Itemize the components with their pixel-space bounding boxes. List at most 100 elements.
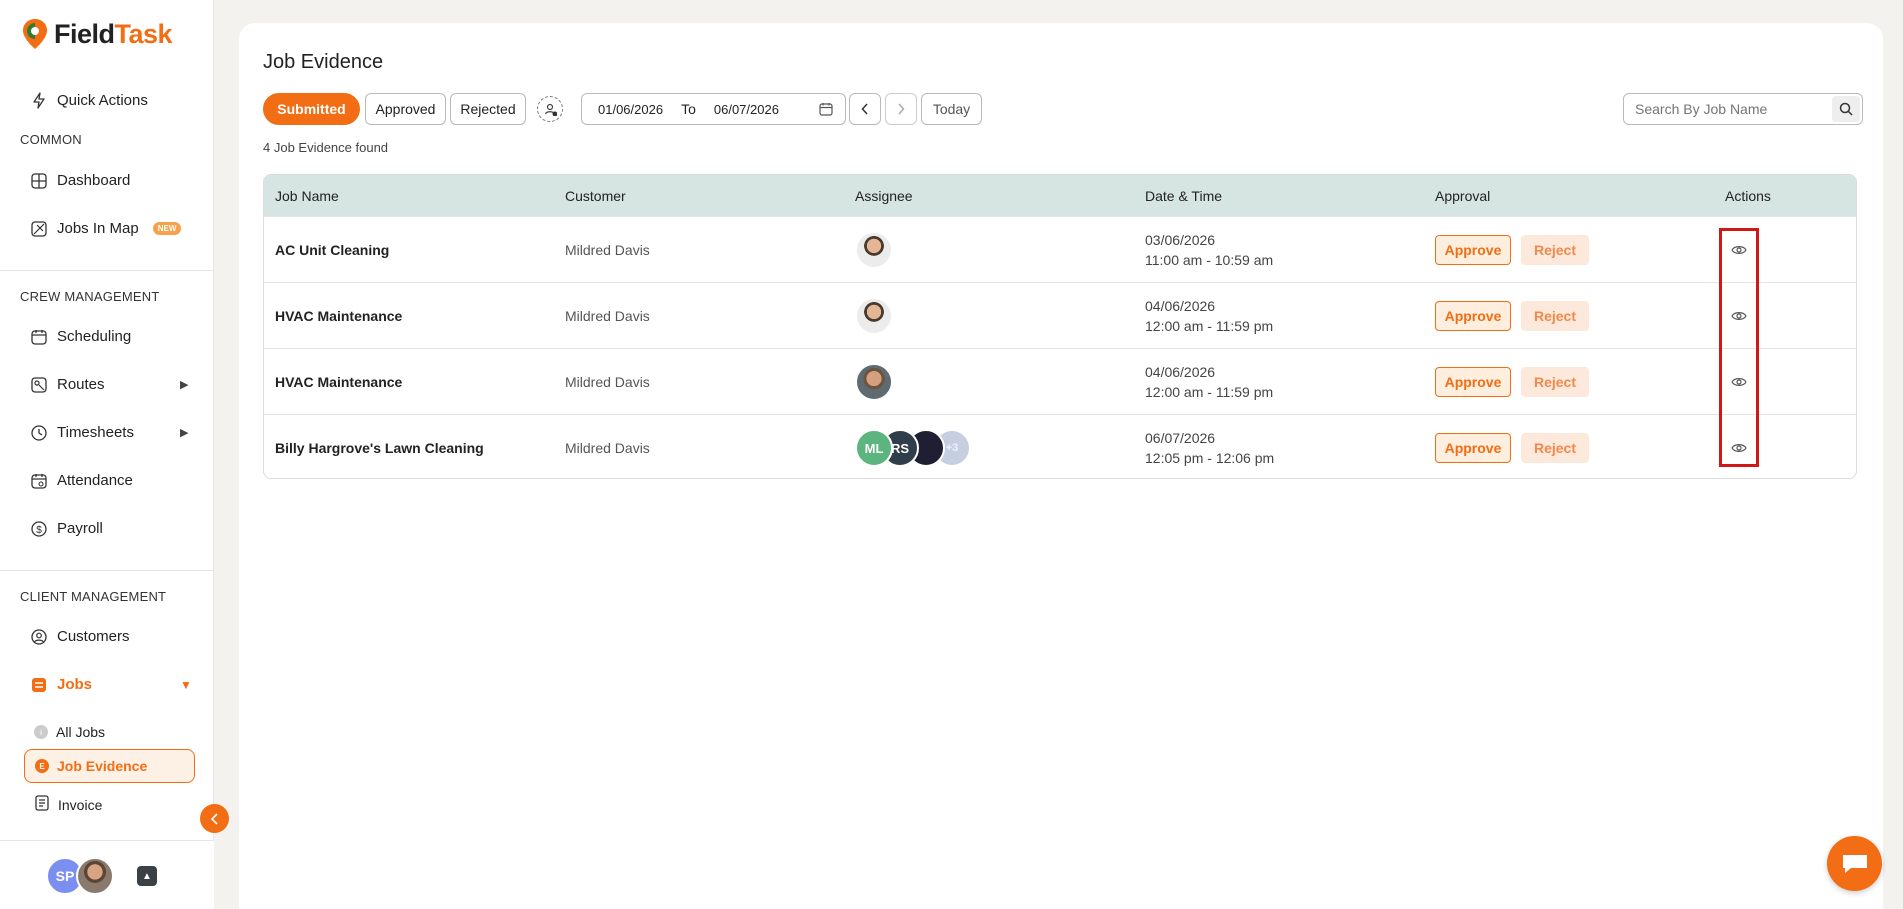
map-icon — [30, 220, 47, 237]
table-row[interactable]: HVAC Maintenance Mildred Davis 04/06/202… — [264, 348, 1856, 414]
calendar-icon — [30, 328, 47, 345]
approve-button[interactable]: Approve — [1435, 433, 1511, 463]
search-icon[interactable] — [1832, 96, 1860, 122]
prev-date-button[interactable] — [849, 93, 881, 125]
job-date: 04/06/2026 — [1145, 363, 1216, 380]
sidebar-item-label: Payroll — [57, 520, 103, 537]
sidebar-item-label: Customers — [57, 628, 130, 645]
sidebar-item-payroll[interactable]: $ Payroll — [30, 520, 103, 537]
main-card: Job Evidence Submitted Approved Rejected… — [239, 23, 1883, 909]
sidebar-subitem-invoice[interactable]: Invoice — [34, 795, 102, 814]
sidebar-item-timesheets[interactable]: Timesheets ▶ — [30, 424, 188, 441]
view-eye-icon[interactable] — [1730, 307, 1748, 325]
avatar-initials: ML — [864, 440, 884, 456]
sidebar-item-customers[interactable]: Customers — [30, 628, 130, 645]
avatar-initials: RS — [890, 440, 910, 456]
date-range-picker[interactable]: 01/06/2026 To 06/07/2026 — [581, 93, 846, 125]
job-date: 03/06/2026 — [1145, 231, 1216, 248]
reject-button[interactable]: Reject — [1521, 367, 1589, 397]
sidebar-item-label: Quick Actions — [57, 92, 148, 109]
routes-icon — [30, 376, 47, 393]
view-eye-icon[interactable] — [1730, 439, 1748, 457]
assignee-avatar-photo[interactable] — [855, 363, 893, 401]
sidebar-subitem-job-evidence[interactable]: E Job Evidence — [24, 749, 195, 783]
table-row[interactable]: AC Unit Cleaning Mildred Davis SS 03/06/… — [264, 216, 1856, 282]
fieldtask-logo[interactable]: FieldTask — [22, 18, 173, 50]
today-button[interactable]: Today — [921, 93, 982, 125]
reject-button[interactable]: Reject — [1521, 235, 1589, 265]
assignee-avatar-photo[interactable] — [855, 231, 893, 269]
more-count: +3 — [945, 442, 959, 454]
sidebar: FieldTask Quick Actions COMMON Dashboard… — [0, 0, 214, 909]
attendance-calendar-icon — [30, 472, 47, 489]
avatar-photo[interactable] — [76, 857, 114, 895]
table-header: Job Name Customer Assignee Date & Time A… — [264, 175, 1856, 216]
job-name[interactable]: HVAC Maintenance — [275, 308, 402, 324]
sidebar-item-scheduling[interactable]: Scheduling — [30, 328, 131, 345]
header-job-name: Job Name — [275, 187, 339, 204]
brand-name: FieldTask — [54, 18, 173, 49]
job-date: 04/06/2026 — [1145, 297, 1216, 314]
sidebar-item-label: Scheduling — [57, 328, 132, 345]
approve-button[interactable]: Approve — [1435, 367, 1511, 397]
invoice-icon — [34, 795, 50, 814]
sidebar-subitem-all-jobs[interactable]: i All Jobs — [34, 724, 105, 740]
chat-support-button[interactable] — [1827, 836, 1882, 891]
results-count: 4 Job Evidence found — [263, 140, 389, 155]
section-label-client: CLIENT MANAGEMENT — [20, 589, 167, 604]
assignee-avatar-photo[interactable] — [855, 297, 893, 335]
sidebar-item-label: All Jobs — [56, 724, 106, 740]
payroll-dollar-icon: $ — [30, 520, 47, 537]
user-bar: SP ▲ — [0, 840, 214, 909]
assignee-avatar[interactable]: ML — [855, 429, 893, 467]
tab-approved[interactable]: Approved — [365, 93, 446, 125]
header-assignee: Assignee — [855, 187, 913, 204]
jobs-briefcase-icon — [30, 676, 47, 693]
chevron-right-icon — [898, 103, 905, 115]
chevron-up-icon[interactable]: ▲ — [137, 866, 157, 886]
table-row[interactable]: HVAC Maintenance Mildred Davis 04/06/202… — [264, 282, 1856, 348]
job-name[interactable]: HVAC Maintenance — [275, 374, 402, 390]
date-time: 03/06/2026 11:00 am - 10:59 am — [1145, 230, 1273, 270]
job-name[interactable]: AC Unit Cleaning — [275, 242, 389, 258]
sidebar-item-quick-actions[interactable]: Quick Actions — [30, 92, 148, 109]
caret-right-icon: ▶ — [180, 427, 189, 439]
approve-button[interactable]: Approve — [1435, 301, 1511, 331]
job-name[interactable]: Billy Hargrove's Lawn Cleaning — [275, 440, 484, 456]
view-eye-icon[interactable] — [1730, 373, 1748, 391]
date-time: 06/07/2026 12:05 pm - 12:06 pm — [1145, 428, 1274, 468]
date-to-label: To — [681, 101, 696, 117]
location-pin-logo-icon — [22, 18, 48, 50]
sidebar-item-routes[interactable]: Routes ▶ — [30, 376, 188, 393]
evidence-dot-icon: E — [35, 759, 49, 773]
sidebar-item-label: Invoice — [58, 796, 103, 813]
tab-rejected[interactable]: Rejected — [450, 93, 526, 125]
sidebar-item-attendance[interactable]: Attendance — [30, 472, 133, 489]
caret-down-icon: ▼ — [180, 677, 192, 692]
assignee-filter-icon[interactable] — [537, 96, 563, 122]
clock-icon — [30, 424, 47, 441]
collapse-sidebar-button[interactable] — [200, 804, 229, 833]
date-from-text: 01/06/2026 — [598, 101, 664, 117]
sidebar-item-dashboard[interactable]: Dashboard — [30, 172, 130, 189]
dashboard-grid-icon — [30, 172, 47, 189]
reject-button[interactable]: Reject — [1521, 301, 1589, 331]
customer-name: Mildred Davis — [565, 241, 650, 258]
job-time: 12:00 am - 11:59 pm — [1145, 317, 1274, 334]
sidebar-item-jobs-in-map[interactable]: Jobs In Map NEW — [30, 220, 182, 237]
reject-button[interactable]: Reject — [1521, 433, 1589, 463]
job-time: 12:00 am - 11:59 pm — [1145, 383, 1274, 400]
search-input[interactable] — [1624, 101, 1824, 117]
new-badge: NEW — [152, 222, 182, 235]
table-row[interactable]: Billy Hargrove's Lawn Cleaning Mildred D… — [264, 414, 1856, 478]
next-date-button[interactable] — [885, 93, 917, 125]
job-evidence-table: Job Name Customer Assignee Date & Time A… — [263, 174, 1857, 479]
tab-submitted[interactable]: Submitted — [263, 93, 360, 125]
job-date: 06/07/2026 — [1145, 429, 1216, 446]
approve-button[interactable]: Approve — [1435, 235, 1511, 265]
view-eye-icon[interactable] — [1730, 241, 1748, 259]
sidebar-item-label: Attendance — [57, 472, 133, 489]
search-box — [1623, 93, 1863, 125]
toolbar: Submitted Approved Rejected 01/06/2026 T… — [263, 93, 1863, 125]
sidebar-item-jobs[interactable]: Jobs ▼ — [30, 676, 192, 693]
